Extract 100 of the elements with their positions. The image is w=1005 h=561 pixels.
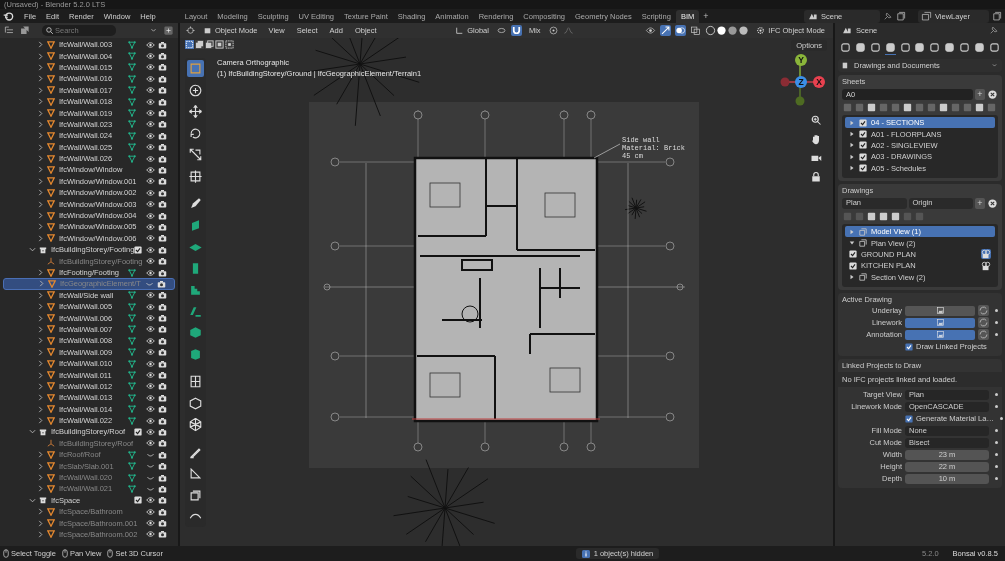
lock-icon[interactable] <box>810 171 822 183</box>
camera-icon[interactable] <box>158 325 167 334</box>
select-invert-icon[interactable] <box>215 40 224 49</box>
camera-icon[interactable] <box>158 63 167 72</box>
camera-icon[interactable] <box>158 450 167 459</box>
chevron-icon[interactable] <box>29 496 36 504</box>
eye-icon[interactable] <box>146 177 155 186</box>
select-intersect-icon[interactable] <box>225 40 234 49</box>
camera-icon[interactable] <box>158 496 167 505</box>
camera-icon[interactable] <box>158 302 167 311</box>
keyframe-dot[interactable] <box>995 333 998 337</box>
xray-icon[interactable] <box>690 25 702 36</box>
camera-icon[interactable] <box>158 86 167 95</box>
camera-icon[interactable] <box>158 371 167 379</box>
eye-icon[interactable] <box>146 188 155 197</box>
axis-label[interactable]: Z <box>795 76 807 88</box>
ruler-icon[interactable] <box>187 465 204 482</box>
frame-icon[interactable] <box>187 416 204 433</box>
properties-tab-icon[interactable] <box>959 42 971 54</box>
eye-icon[interactable] <box>146 439 155 448</box>
camera-icon[interactable] <box>158 200 167 209</box>
sheet-tool-icon[interactable] <box>974 102 985 113</box>
eye-icon[interactable] <box>146 52 155 61</box>
eye-icon[interactable] <box>146 382 155 391</box>
collection-checkbox[interactable] <box>134 245 142 254</box>
properties-tab-icon[interactable] <box>884 42 896 55</box>
camera-icon[interactable] <box>158 507 167 516</box>
transform-icon[interactable] <box>187 167 204 185</box>
scale-icon[interactable] <box>187 146 204 163</box>
collection-checkbox[interactable] <box>134 496 142 505</box>
axis-label[interactable]: X <box>813 76 825 88</box>
camera-icon[interactable] <box>158 462 167 471</box>
eye-icon[interactable] <box>146 302 155 311</box>
camera-icon[interactable] <box>158 314 167 323</box>
properties-tab-icon[interactable] <box>869 42 881 54</box>
keyframe-dot[interactable] <box>999 417 1003 421</box>
move-icon[interactable] <box>187 103 204 120</box>
camera-icon[interactable] <box>158 427 167 436</box>
camera-icon[interactable] <box>158 211 167 220</box>
checkbox[interactable] <box>859 141 867 150</box>
magnet-icon[interactable] <box>510 25 522 36</box>
pivot-icon[interactable] <box>495 25 507 36</box>
eye-icon[interactable] <box>146 86 155 95</box>
layer-toggle[interactable] <box>905 317 975 328</box>
collection-checkbox[interactable] <box>134 427 142 436</box>
camera-icon[interactable] <box>158 382 167 391</box>
eye-icon[interactable] <box>146 325 155 334</box>
properties-tab-icon[interactable] <box>840 42 851 54</box>
checkbox[interactable] <box>859 130 867 139</box>
pin-icon[interactable] <box>882 10 893 22</box>
camera-icon[interactable] <box>158 109 167 118</box>
eye-icon[interactable] <box>146 74 155 83</box>
checkbox[interactable] <box>905 342 913 351</box>
camera-icon[interactable] <box>158 245 167 254</box>
camera-icon[interactable] <box>158 439 167 448</box>
chevron-icon[interactable] <box>29 428 36 436</box>
hand-icon[interactable] <box>810 133 822 145</box>
keyframe-dot[interactable] <box>995 321 998 325</box>
eye-icon[interactable] <box>146 234 155 243</box>
camera-icon[interactable] <box>158 120 167 129</box>
properties-tab-icon[interactable] <box>854 42 866 54</box>
copy-icon[interactable] <box>895 10 906 22</box>
eye-icon[interactable] <box>146 393 155 402</box>
checkbox[interactable] <box>859 164 867 173</box>
camera-icon[interactable] <box>158 257 167 266</box>
camera-icon[interactable] <box>158 222 167 231</box>
shading-mode-icon[interactable] <box>705 25 750 36</box>
cube-icon[interactable] <box>187 324 204 341</box>
checkbox[interactable] <box>859 118 867 127</box>
eye-icon[interactable] <box>146 314 155 323</box>
sheet-tool-icon[interactable] <box>902 102 913 113</box>
display-mode-icon[interactable] <box>19 25 30 36</box>
add-workspace-button[interactable]: + <box>699 11 713 21</box>
keyframe-dot[interactable] <box>995 429 998 433</box>
editor-type-icon[interactable] <box>4 25 15 36</box>
select-extend-icon[interactable] <box>195 40 204 49</box>
select-subtract-icon[interactable] <box>205 40 214 49</box>
camera-icon[interactable] <box>158 393 167 402</box>
chevron-icon[interactable] <box>29 246 36 254</box>
eye-icon[interactable] <box>146 291 155 300</box>
add-button[interactable]: + <box>975 89 985 100</box>
editor-type-icon[interactable] <box>185 25 196 36</box>
camera-icon[interactable] <box>158 291 167 300</box>
keyframe-dot[interactable] <box>995 405 998 409</box>
keyframe-dot[interactable] <box>995 309 998 313</box>
keyframe-dot[interactable] <box>995 465 998 469</box>
window-icon[interactable] <box>187 373 204 390</box>
remove-icon[interactable] <box>987 197 998 209</box>
camera-icon[interactable] <box>981 249 991 260</box>
eye-icon[interactable] <box>146 336 155 345</box>
checkbox[interactable] <box>849 250 857 259</box>
camera-icon[interactable] <box>158 484 167 493</box>
eye-icon[interactable] <box>146 200 155 209</box>
eye-icon[interactable] <box>146 222 155 231</box>
app-logo-icon[interactable] <box>3 10 14 22</box>
layer-toggle[interactable] <box>905 329 975 340</box>
camera-icon[interactable] <box>158 348 167 357</box>
camera-icon[interactable] <box>158 359 167 368</box>
eye-icon[interactable] <box>146 166 155 174</box>
properties-tab-icon[interactable] <box>899 42 911 54</box>
